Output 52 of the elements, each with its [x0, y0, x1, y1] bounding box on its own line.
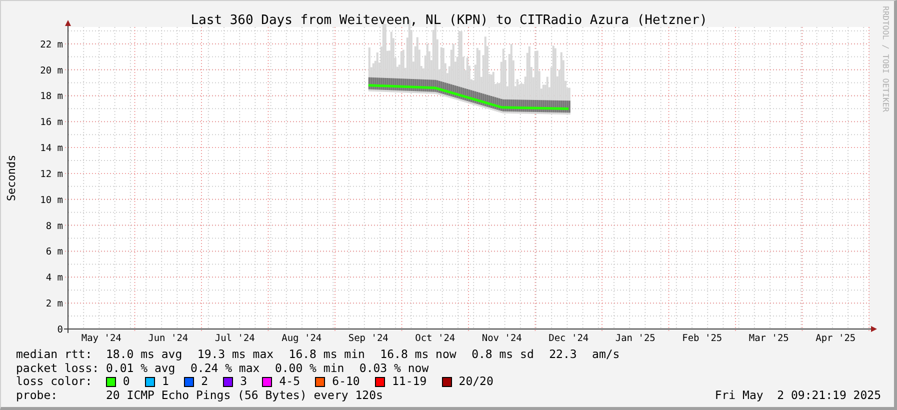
- y-tick-label: 22 m: [40, 39, 63, 50]
- legend-label: loss color:: [16, 375, 94, 389]
- y-axis-label: Seconds: [5, 154, 18, 202]
- stat-value: 16.8 ms min: [288, 348, 365, 362]
- y-tick-label: 16 m: [40, 117, 63, 128]
- probe-text: 20 ICMP Echo Pings (56 Bytes) every 120s: [106, 388, 383, 402]
- y-tick-label: 6 m: [46, 246, 63, 258]
- legend-label: probe:: [16, 388, 59, 402]
- x-tick-label: Sep '24: [348, 333, 388, 345]
- credit-text: RRDTOOL / TOBI OETIKER: [881, 6, 890, 112]
- stat-value: 16.8 ms now: [380, 348, 456, 362]
- stat-value: 0.8 ms sd: [472, 348, 534, 362]
- x-tick-label: May '24: [81, 333, 122, 345]
- stat-value: 0.24 % max: [190, 362, 260, 376]
- stat-value: am/s: [592, 348, 620, 362]
- chart-title: Last 360 Days from Weiteveen, NL (KPN) to CITRadio Azura (Hetzner): [190, 13, 708, 28]
- swatch-label: 1: [162, 375, 169, 389]
- x-tick-label: Jun '24: [148, 333, 188, 345]
- y-tick-label: 18 m: [40, 91, 63, 102]
- x-tick-label: Feb '25: [682, 333, 722, 345]
- x-tick-label: Dec '24: [548, 333, 589, 345]
- swatch-label: 0: [122, 375, 130, 389]
- swatch-label: 6-10: [332, 375, 360, 389]
- swatch-label: 2: [201, 375, 208, 389]
- stat-value: 0.03 % now: [359, 362, 429, 376]
- swatch-label: 3: [240, 375, 248, 389]
- x-tick-label: Jan '25: [615, 333, 656, 345]
- swatch-label: 4-5: [279, 375, 300, 389]
- stat-value: 0.00 % min: [274, 362, 344, 376]
- y-tick-label: 2 m: [46, 298, 63, 310]
- x-tick-label: Oct '24: [415, 333, 456, 345]
- stat-value: 18.0 ms avg: [106, 348, 182, 362]
- stat-value: 22.3: [549, 348, 577, 362]
- x-tick-label: Apr '25: [816, 333, 856, 345]
- y-tick-label: 14 m: [40, 143, 63, 154]
- swatch-label: 11-19: [392, 375, 427, 389]
- x-tick-label: Aug '24: [282, 333, 322, 345]
- x-tick-label: Nov '24: [482, 333, 522, 345]
- y-tick-label: 12 m: [40, 168, 63, 180]
- legend-label: packet loss:: [16, 362, 100, 376]
- legend-label: median rtt:: [16, 348, 94, 362]
- timestamp: Fri May 2 09:21:19 2025: [714, 388, 881, 402]
- stat-value: 19.3 ms max: [197, 348, 274, 362]
- y-tick-label: 4 m: [46, 272, 63, 284]
- y-tick-label: 0: [57, 324, 63, 333]
- y-tick-label: 10 m: [40, 194, 63, 206]
- y-tick-label: 20 m: [40, 65, 63, 76]
- stat-value: 0.01 % avg: [106, 362, 176, 376]
- x-tick-label: Jul '24: [214, 333, 255, 345]
- swatch-label: 20/20: [458, 375, 494, 389]
- y-tick-label: 8 m: [46, 220, 63, 232]
- x-tick-label: Mar '25: [748, 333, 789, 345]
